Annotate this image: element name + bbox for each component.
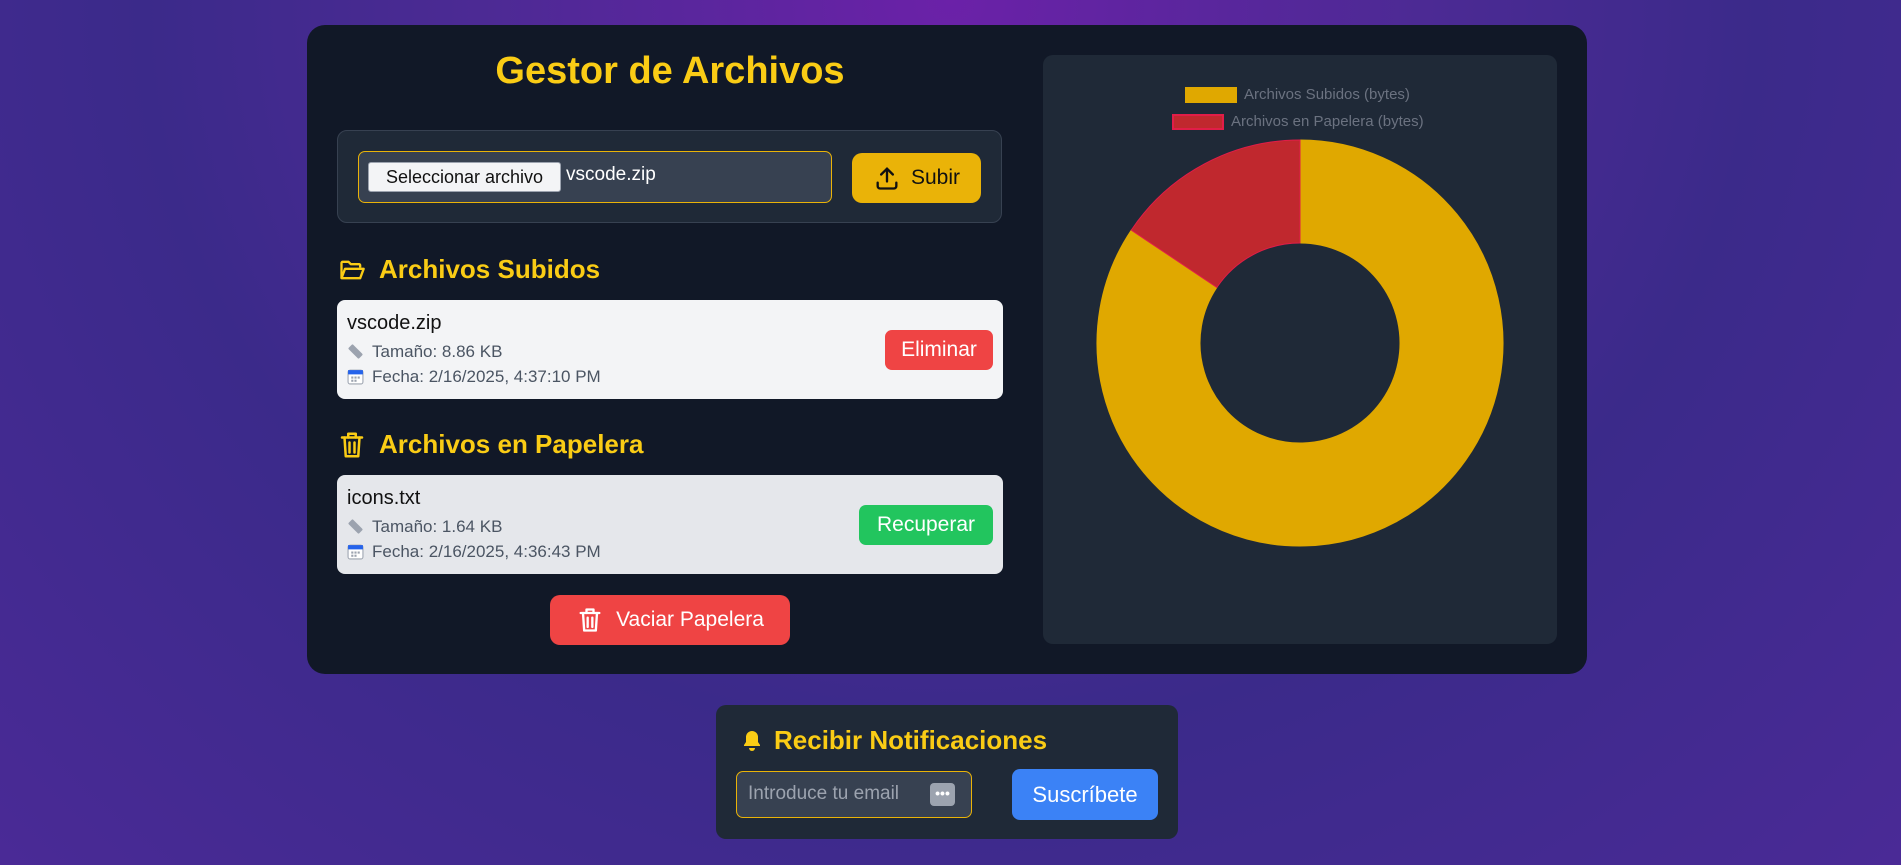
- trash-icon: [579, 608, 601, 632]
- notifications-title: Recibir Notificaciones: [740, 725, 1047, 756]
- file-size-label: Tamaño: 8.86 KB: [372, 341, 503, 361]
- file-size-label: Tamaño: 1.64 KB: [372, 516, 503, 536]
- ruler-icon: [348, 344, 363, 359]
- trash-heading: Archivos en Papelera: [337, 429, 643, 460]
- calendar-icon: [347, 369, 364, 385]
- page-title: Gestor de Archivos: [495, 50, 845, 92]
- upload-icon: [876, 167, 898, 190]
- notifications-title-label: Recibir Notificaciones: [774, 725, 1048, 755]
- folder-open-icon: [340, 260, 365, 279]
- uploaded-file-item: vscode.zip Tamaño: 8.86 KB Fecha: 2/16/2…: [337, 300, 1003, 399]
- upload-button[interactable]: Subir: [852, 153, 981, 203]
- trash-heading-label: Archivos en Papelera: [379, 429, 644, 459]
- password-manager-icon[interactable]: •••: [930, 783, 955, 806]
- uploaded-files-heading: Archivos Subidos: [337, 254, 600, 285]
- file-date-label: Fecha: 2/16/2025, 4:36:43 PM: [372, 541, 601, 561]
- empty-trash-button[interactable]: Vaciar Papelera: [550, 595, 790, 645]
- restore-button[interactable]: Recuperar: [859, 505, 993, 545]
- chart-panel: Archivos Subidos (bytes) Archivos en Pap…: [1043, 55, 1557, 644]
- calendar-icon: [347, 544, 364, 560]
- empty-trash-label: Vaciar Papelera: [616, 608, 764, 631]
- ruler-icon: [348, 519, 363, 534]
- trash-icon: [340, 432, 364, 457]
- file-date-label: Fecha: 2/16/2025, 4:37:10 PM: [372, 366, 601, 386]
- delete-button[interactable]: Eliminar: [885, 330, 993, 370]
- uploaded-heading-label: Archivos Subidos: [379, 254, 601, 284]
- trash-file-item: icons.txt Tamaño: 1.64 KB Fecha: 2/16/20…: [337, 475, 1003, 574]
- selected-file-name: vscode.zip: [566, 164, 656, 185]
- subscribe-button[interactable]: Suscríbete: [1012, 769, 1158, 820]
- upload-button-label: Subir: [910, 166, 961, 189]
- bell-icon: [744, 730, 760, 751]
- choose-file-button[interactable]: Seleccionar archivo: [368, 162, 561, 192]
- donut-chart: [1096, 139, 1504, 547]
